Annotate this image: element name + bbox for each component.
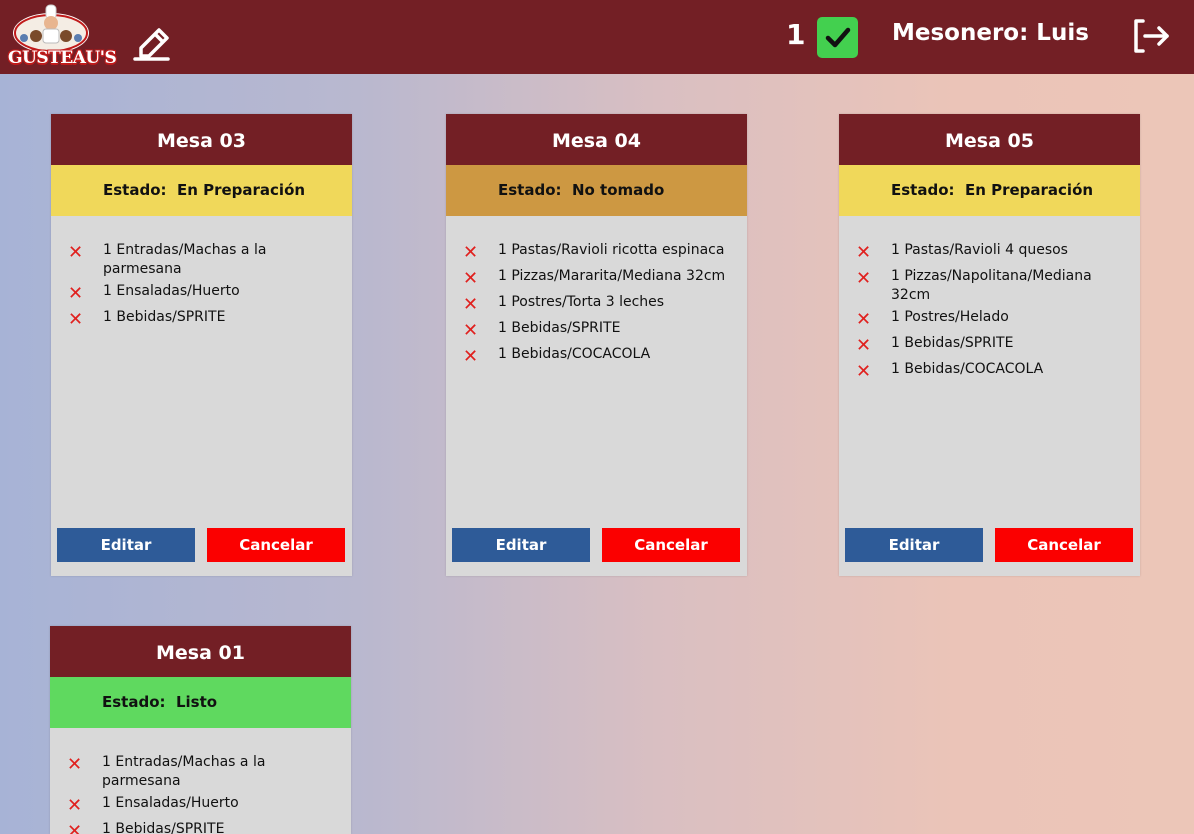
- checkmark-icon: [825, 27, 851, 48]
- table-title: Mesa 03: [51, 114, 352, 165]
- table-card-mesa-01: Mesa 01 Estado: Listo ✕ 1 Entradas/Machas…: [50, 626, 351, 834]
- logo-text: GUSTEAU'S: [8, 48, 117, 68]
- remove-item-icon[interactable]: ✕: [68, 308, 103, 331]
- order-item: ✕ 1 Pizzas/Mararita/Mediana 32cm: [463, 267, 726, 290]
- order-items-list: ✕ 1 Entradas/Machas a la parmesana ✕ 1 Ens…: [50, 728, 351, 834]
- table-status: Estado: No tomado: [446, 165, 747, 216]
- edit-button[interactable]: Editar: [845, 528, 983, 562]
- remove-item-icon[interactable]: ✕: [856, 267, 891, 290]
- order-item: ✕ 1 Ensaladas/Huerto: [68, 282, 240, 305]
- order-item: ✕ 1 Postres/Torta 3 leches: [463, 293, 665, 316]
- order-item: ✕ 1 Bebidas/COCACOLA: [463, 345, 651, 368]
- table-status: Estado: En Preparación: [51, 165, 352, 216]
- cancel-button[interactable]: Cancelar: [995, 528, 1133, 562]
- remove-item-icon[interactable]: ✕: [67, 820, 102, 834]
- order-item: ✕ 1 Bebidas/SPRITE: [67, 820, 341, 834]
- order-item: ✕ 1 Entradas/Machas a la parmesana: [68, 241, 267, 277]
- order-items-list: ✕ 1 Pastas/Ravioli ricotta espinaca ✕ 1 Pi…: [446, 216, 747, 368]
- order-item: ✕ 1 Postres/Helado: [856, 308, 1009, 331]
- order-item: ✕ 1 Pastas/Ravioli 4 quesos: [856, 241, 1068, 264]
- order-item: ✕ 1 Pizzas/Napolitana/Mediana 32cm: [856, 267, 1092, 303]
- order-item: ✕ 1 Bebidas/COCACOLA: [856, 360, 1044, 383]
- remove-item-icon[interactable]: ✕: [463, 267, 498, 290]
- remove-item-icon[interactable]: ✕: [856, 308, 891, 331]
- table-status: Estado: En Preparación: [839, 165, 1140, 216]
- logout-icon[interactable]: [1133, 18, 1171, 54]
- order-items-list: ✕ 1 Entradas/Machas a la parmesana ✕ 1 Ens…: [51, 216, 352, 331]
- order-items-list: ✕ 1 Pastas/Ravioli 4 quesos ✕ 1 Pizzas/Nap…: [839, 216, 1140, 383]
- remove-item-icon[interactable]: ✕: [68, 282, 103, 305]
- table-title: Mesa 05: [839, 114, 1140, 165]
- edit-pencil-icon[interactable]: [133, 18, 171, 62]
- ready-orders-button[interactable]: [817, 17, 858, 58]
- remove-item-icon[interactable]: ✕: [856, 360, 891, 383]
- order-item: ✕ 1 Bebidas/SPRITE: [463, 319, 621, 342]
- table-title: Mesa 04: [446, 114, 747, 165]
- top-bar: GUSTEAU'S 1 Mesonero: Luis: [0, 0, 1194, 74]
- remove-item-icon[interactable]: ✕: [463, 241, 498, 264]
- gusteaus-logo[interactable]: GUSTEAU'S: [8, 3, 117, 71]
- table-status: Estado: Listo: [50, 677, 351, 728]
- order-item: ✕ 1 Bebidas/SPRITE: [856, 334, 1014, 357]
- ready-count: 1: [786, 18, 806, 51]
- edit-button[interactable]: Editar: [57, 528, 195, 562]
- table-card-mesa-04: Mesa 04 Estado: No tomado ✕ 1 Pastas/Ravi…: [446, 114, 747, 576]
- remove-item-icon[interactable]: ✕: [463, 293, 498, 316]
- remove-item-icon[interactable]: ✕: [463, 345, 498, 368]
- order-item: ✕ 1 Bebidas/SPRITE: [68, 308, 226, 331]
- chef-logo-icon: [13, 4, 89, 53]
- remove-item-icon[interactable]: ✕: [463, 319, 498, 342]
- waiter-name: Mesonero: Luis: [892, 20, 1089, 46]
- order-item: ✕ 1 Pastas/Ravioli ricotta espinaca: [463, 241, 725, 264]
- remove-item-icon[interactable]: ✕: [68, 241, 103, 264]
- table-card-mesa-03: Mesa 03 Estado: En Preparación ✕ 1 Entrad…: [51, 114, 352, 576]
- remove-item-icon[interactable]: ✕: [856, 241, 891, 264]
- remove-item-icon[interactable]: ✕: [67, 794, 102, 817]
- cancel-button[interactable]: Cancelar: [207, 528, 345, 562]
- order-item: ✕ 1 Entradas/Machas a la parmesana: [67, 753, 266, 789]
- table-card-mesa-05: Mesa 05 Estado: En Preparación ✕ 1 Pastas…: [839, 114, 1140, 576]
- edit-button[interactable]: Editar: [452, 528, 590, 562]
- remove-item-icon[interactable]: ✕: [856, 334, 891, 357]
- remove-item-icon[interactable]: ✕: [67, 753, 102, 776]
- table-title: Mesa 01: [50, 626, 351, 677]
- cancel-button[interactable]: Cancelar: [602, 528, 740, 562]
- order-item: ✕ 1 Ensaladas/Huerto: [67, 794, 239, 817]
